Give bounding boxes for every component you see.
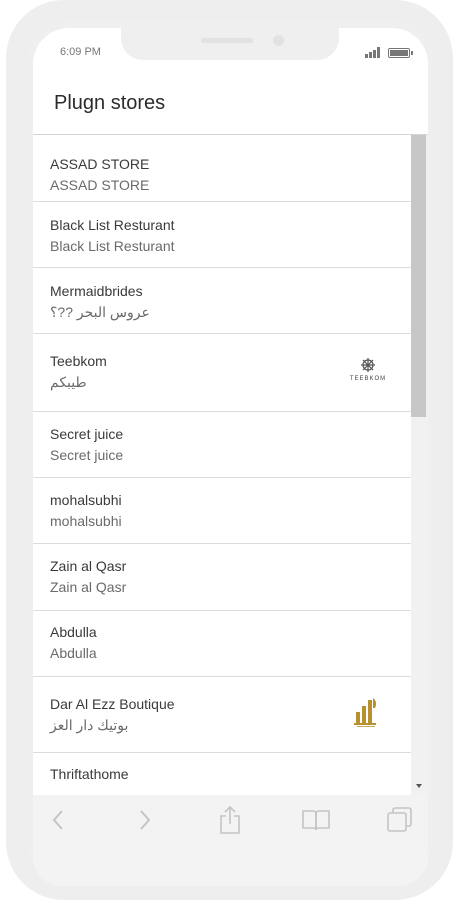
store-name: Mermaidbrides <box>50 283 143 299</box>
scrollbar-thumb[interactable] <box>411 135 426 417</box>
status-icons <box>365 46 413 58</box>
store-name: Dar Al Ezz Boutique <box>50 696 175 712</box>
tabs-icon[interactable] <box>385 805 415 835</box>
status-time: 6:09 PM <box>60 46 101 58</box>
store-item-secret-juice[interactable]: Secret juice Secret juice <box>33 412 411 478</box>
front-camera <box>273 35 284 46</box>
forward-icon[interactable] <box>130 805 160 835</box>
store-name: Thriftathome <box>50 766 129 782</box>
notch <box>121 28 339 60</box>
store-item-abdulla[interactable]: Abdulla Abdulla <box>33 611 411 677</box>
speaker-grille <box>201 38 253 43</box>
store-subtitle: mohalsubhi <box>50 513 122 529</box>
store-name: Black List Resturant <box>50 217 175 233</box>
store-item-zain-al-qasr[interactable]: Zain al Qasr Zain al Qasr <box>33 544 411 611</box>
store-subtitle: Abdulla <box>50 645 97 661</box>
store-subtitle: Secret juice <box>50 447 124 463</box>
store-item-mermaidbrides[interactable]: Mermaidbrides عروس البحر ??؟ <box>33 268 411 334</box>
bookmarks-icon[interactable] <box>301 805 331 835</box>
phone-screen: 6:09 PM Plugn stores ASSAD STORE ASSAD S… <box>33 28 428 886</box>
store-item-teebkom[interactable]: Teebkom طيبكم TEEBKOM <box>33 334 411 412</box>
signal-icon <box>365 47 380 58</box>
store-item-thriftathome[interactable]: Thriftathome <box>33 753 411 795</box>
store-name: Abdulla <box>50 624 97 640</box>
store-item-black-list-resturant[interactable]: Black List Resturant Black List Resturan… <box>33 202 411 268</box>
store-item-dar-al-ezz-boutique[interactable]: Dar Al Ezz Boutique بوتيك دار العز <box>33 677 411 753</box>
scroll-down-arrow[interactable] <box>416 784 422 788</box>
dar-al-ezz-logo <box>351 694 381 733</box>
store-list: ASSAD STORE ASSAD STORE Black List Restu… <box>33 135 411 795</box>
teebkom-logo-text: TEEBKOM <box>349 376 387 382</box>
store-item-assad-store[interactable]: ASSAD STORE ASSAD STORE <box>33 135 411 202</box>
store-subtitle: Zain al Qasr <box>50 579 127 595</box>
store-name: ASSAD STORE <box>50 156 150 172</box>
store-subtitle: طيبكم <box>50 374 87 390</box>
store-name: Zain al Qasr <box>50 558 127 574</box>
teebkom-logo: TEEBKOM <box>343 356 393 382</box>
store-name: Teebkom <box>50 353 107 369</box>
store-subtitle: Black List Resturant <box>50 238 175 254</box>
share-icon[interactable] <box>215 805 245 835</box>
store-item-mohalsubhi[interactable]: mohalsubhi mohalsubhi <box>33 478 411 544</box>
store-subtitle: عروس البحر ??؟ <box>50 304 150 320</box>
browser-toolbar <box>33 795 428 886</box>
back-icon[interactable] <box>43 805 73 835</box>
store-subtitle: بوتيك دار العز <box>50 717 129 733</box>
battery-icon <box>388 48 413 58</box>
page-title: Plugn stores <box>54 92 166 114</box>
store-name: mohalsubhi <box>50 492 122 508</box>
store-subtitle: ASSAD STORE <box>50 177 150 193</box>
store-name: Secret juice <box>50 426 124 442</box>
